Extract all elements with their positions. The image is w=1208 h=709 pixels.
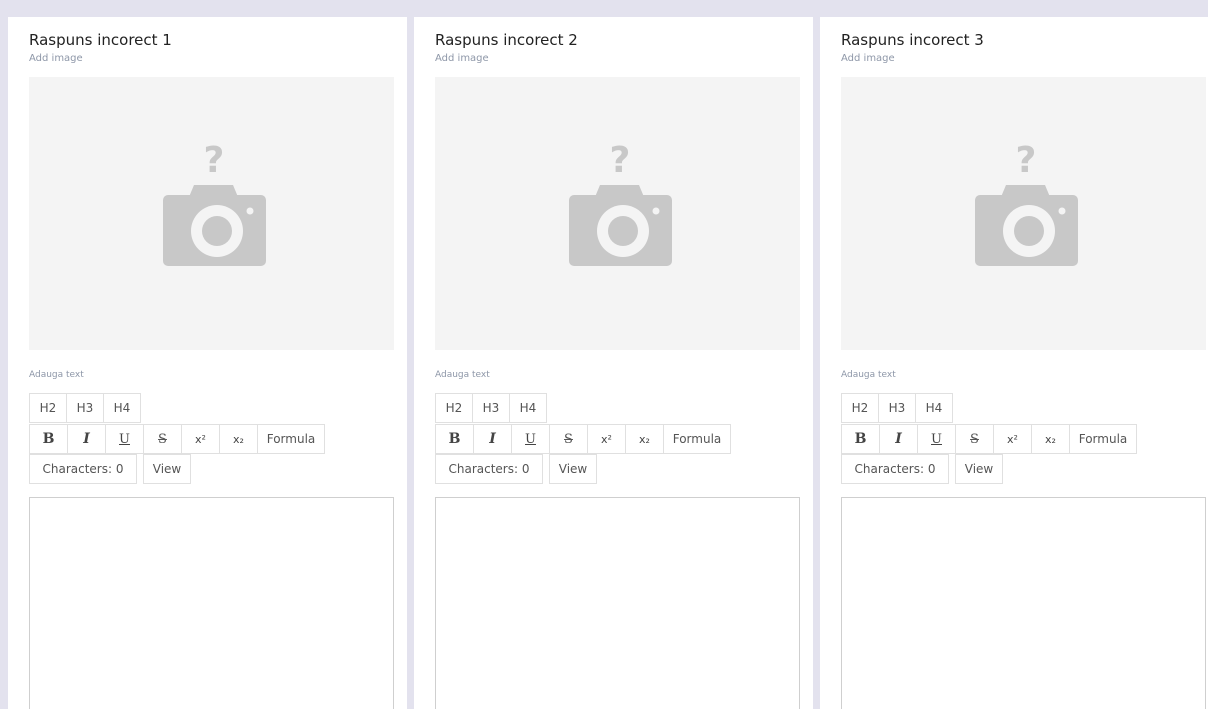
italic-button[interactable]: I (879, 424, 918, 454)
answer-card-1: Raspuns incorect 1 Add image ? Adauga te… (8, 17, 407, 709)
svg-text:?: ? (1016, 140, 1037, 181)
svg-text:?: ? (204, 140, 225, 181)
bold-button[interactable]: B (841, 424, 880, 454)
superscript-button[interactable]: x² (587, 424, 626, 454)
h2-button[interactable]: H2 (29, 393, 67, 423)
strikethrough-button[interactable]: S (143, 424, 182, 454)
view-button[interactable]: View (549, 454, 597, 484)
subscript-button[interactable]: x₂ (219, 424, 258, 454)
add-image-link[interactable]: Add image (435, 53, 489, 64)
counter-toolbar: Characters: 0 View (29, 454, 191, 484)
h2-button[interactable]: H2 (435, 393, 473, 423)
strikethrough-button[interactable]: S (955, 424, 994, 454)
counter-toolbar: Characters: 0 View (435, 454, 597, 484)
answers-page: Raspuns incorect 1 Add image ? Adauga te… (0, 0, 1208, 709)
h4-button[interactable]: H4 (509, 393, 547, 423)
camera-question-icon: ? (163, 140, 266, 266)
view-button[interactable]: View (955, 454, 1003, 484)
heading-toolbar: H2 H3 H4 (841, 393, 953, 423)
card-title: Raspuns incorect 2 (435, 31, 578, 49)
camera-question-icon: ? (975, 140, 1078, 266)
format-toolbar: B I U S x² x₂ Formula (841, 424, 1137, 454)
camera-question-icon: ? (569, 140, 672, 266)
bold-button[interactable]: B (435, 424, 474, 454)
character-counter: Characters: 0 (29, 454, 137, 484)
view-button[interactable]: View (143, 454, 191, 484)
answer-card-2: Raspuns incorect 2 Add image ? Adauga te… (414, 17, 813, 709)
bold-button[interactable]: B (29, 424, 68, 454)
heading-toolbar: H2 H3 H4 (435, 393, 547, 423)
character-counter: Characters: 0 (841, 454, 949, 484)
image-placeholder[interactable]: ? (435, 77, 800, 350)
h2-button[interactable]: H2 (841, 393, 879, 423)
counter-toolbar: Characters: 0 View (841, 454, 1003, 484)
h3-button[interactable]: H3 (878, 393, 916, 423)
formula-button[interactable]: Formula (257, 424, 325, 454)
format-toolbar: B I U S x² x₂ Formula (435, 424, 731, 454)
italic-button[interactable]: I (473, 424, 512, 454)
add-text-label: Adauga text (841, 370, 896, 380)
formula-button[interactable]: Formula (663, 424, 731, 454)
h3-button[interactable]: H3 (66, 393, 104, 423)
character-counter: Characters: 0 (435, 454, 543, 484)
superscript-button[interactable]: x² (993, 424, 1032, 454)
text-editor[interactable] (841, 497, 1206, 709)
strikethrough-button[interactable]: S (549, 424, 588, 454)
add-image-link[interactable]: Add image (29, 53, 83, 64)
h4-button[interactable]: H4 (103, 393, 141, 423)
add-text-label: Adauga text (29, 370, 84, 380)
underline-button[interactable]: U (917, 424, 956, 454)
formula-button[interactable]: Formula (1069, 424, 1137, 454)
heading-toolbar: H2 H3 H4 (29, 393, 141, 423)
subscript-button[interactable]: x₂ (625, 424, 664, 454)
h4-button[interactable]: H4 (915, 393, 953, 423)
add-image-link[interactable]: Add image (841, 53, 895, 64)
answer-card-3: Raspuns incorect 3 Add image ? Adauga te… (820, 17, 1208, 709)
text-editor[interactable] (435, 497, 800, 709)
add-text-label: Adauga text (435, 370, 490, 380)
image-placeholder[interactable]: ? (841, 77, 1206, 350)
underline-button[interactable]: U (511, 424, 550, 454)
card-title: Raspuns incorect 1 (29, 31, 172, 49)
text-editor[interactable] (29, 497, 394, 709)
image-placeholder[interactable]: ? (29, 77, 394, 350)
subscript-button[interactable]: x₂ (1031, 424, 1070, 454)
underline-button[interactable]: U (105, 424, 144, 454)
italic-button[interactable]: I (67, 424, 106, 454)
card-title: Raspuns incorect 3 (841, 31, 984, 49)
superscript-button[interactable]: x² (181, 424, 220, 454)
format-toolbar: B I U S x² x₂ Formula (29, 424, 325, 454)
h3-button[interactable]: H3 (472, 393, 510, 423)
svg-text:?: ? (610, 140, 631, 181)
